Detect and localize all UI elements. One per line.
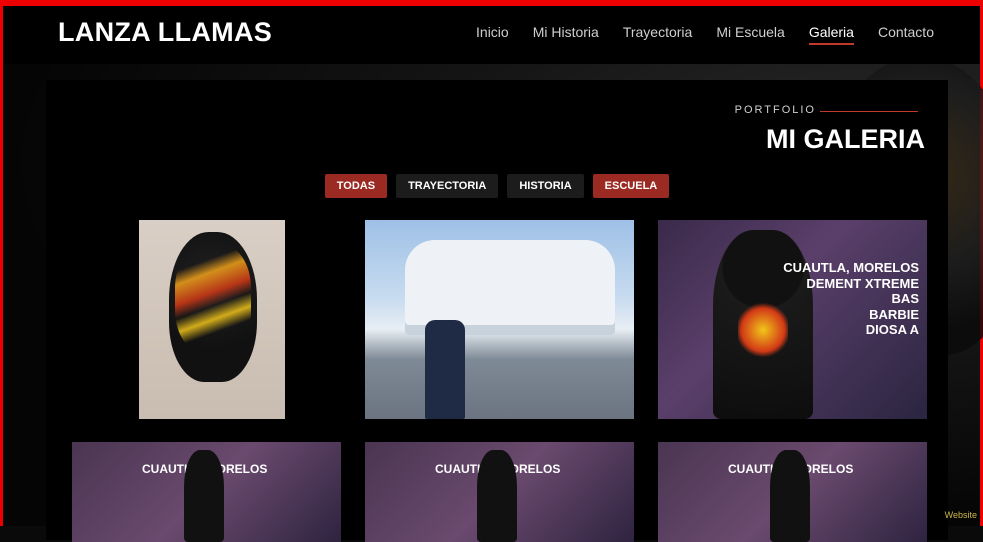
section-eyebrow: PORTFOLIO bbox=[734, 104, 816, 116]
wrestler-figure bbox=[184, 450, 224, 542]
poster-text: CUAUTLA, MORELOS DEMENT XTREME BAS BARBI… bbox=[783, 260, 919, 338]
flame-emblem bbox=[738, 300, 788, 360]
wrestler-figure bbox=[477, 450, 517, 542]
gallery-image-row2-3[interactable]: CUAUTLA, MORELOS bbox=[658, 442, 927, 542]
gallery-filters: TODAS TRAYECTORIA HISTORIA ESCUELA bbox=[46, 174, 948, 198]
filter-historia[interactable]: HISTORIA bbox=[507, 174, 584, 198]
nav-galeria[interactable]: Galeria bbox=[808, 24, 854, 45]
gallery-image-poster[interactable]: CUAUTLA, MORELOS DEMENT XTREME BAS BARBI… bbox=[658, 220, 927, 419]
gallery-image-row2-1[interactable]: CUAUTLA, MORELOS bbox=[72, 442, 341, 542]
gallery-image-mask-closeup[interactable] bbox=[139, 220, 285, 419]
nav-inicio[interactable]: Inicio bbox=[476, 24, 509, 45]
flame-pattern bbox=[175, 244, 251, 354]
section-title: MI GALERIA bbox=[766, 124, 925, 154]
gallery-panel: PORTFOLIO MI GALERIA TODAS TRAYECTORIA H… bbox=[46, 80, 948, 542]
gallery-image-building[interactable] bbox=[365, 220, 634, 419]
gallery-image-row2-2[interactable]: CUAUTLA, MORELOS bbox=[365, 442, 634, 542]
wrestler-figure bbox=[770, 450, 810, 542]
site-header: LANZA LLAMAS Inicio Mi Historia Trayecto… bbox=[3, 6, 980, 64]
nav-trayectoria[interactable]: Trayectoria bbox=[623, 24, 693, 45]
site-logo[interactable]: LANZA LLAMAS bbox=[58, 17, 272, 48]
main-nav: Inicio Mi Historia Trayectoria Mi Escuel… bbox=[452, 24, 934, 45]
filter-escuela[interactable]: ESCUELA bbox=[592, 174, 670, 198]
nav-mi-escuela[interactable]: Mi Escuela bbox=[716, 24, 784, 45]
website-watermark: Website bbox=[944, 510, 977, 520]
person-figure bbox=[425, 320, 465, 419]
nav-contacto[interactable]: Contacto bbox=[878, 24, 934, 45]
filter-trayectoria[interactable]: TRAYECTORIA bbox=[396, 174, 499, 198]
eyebrow-divider bbox=[820, 111, 918, 112]
filter-todas[interactable]: TODAS bbox=[324, 174, 388, 198]
nav-mi-historia[interactable]: Mi Historia bbox=[533, 24, 599, 45]
